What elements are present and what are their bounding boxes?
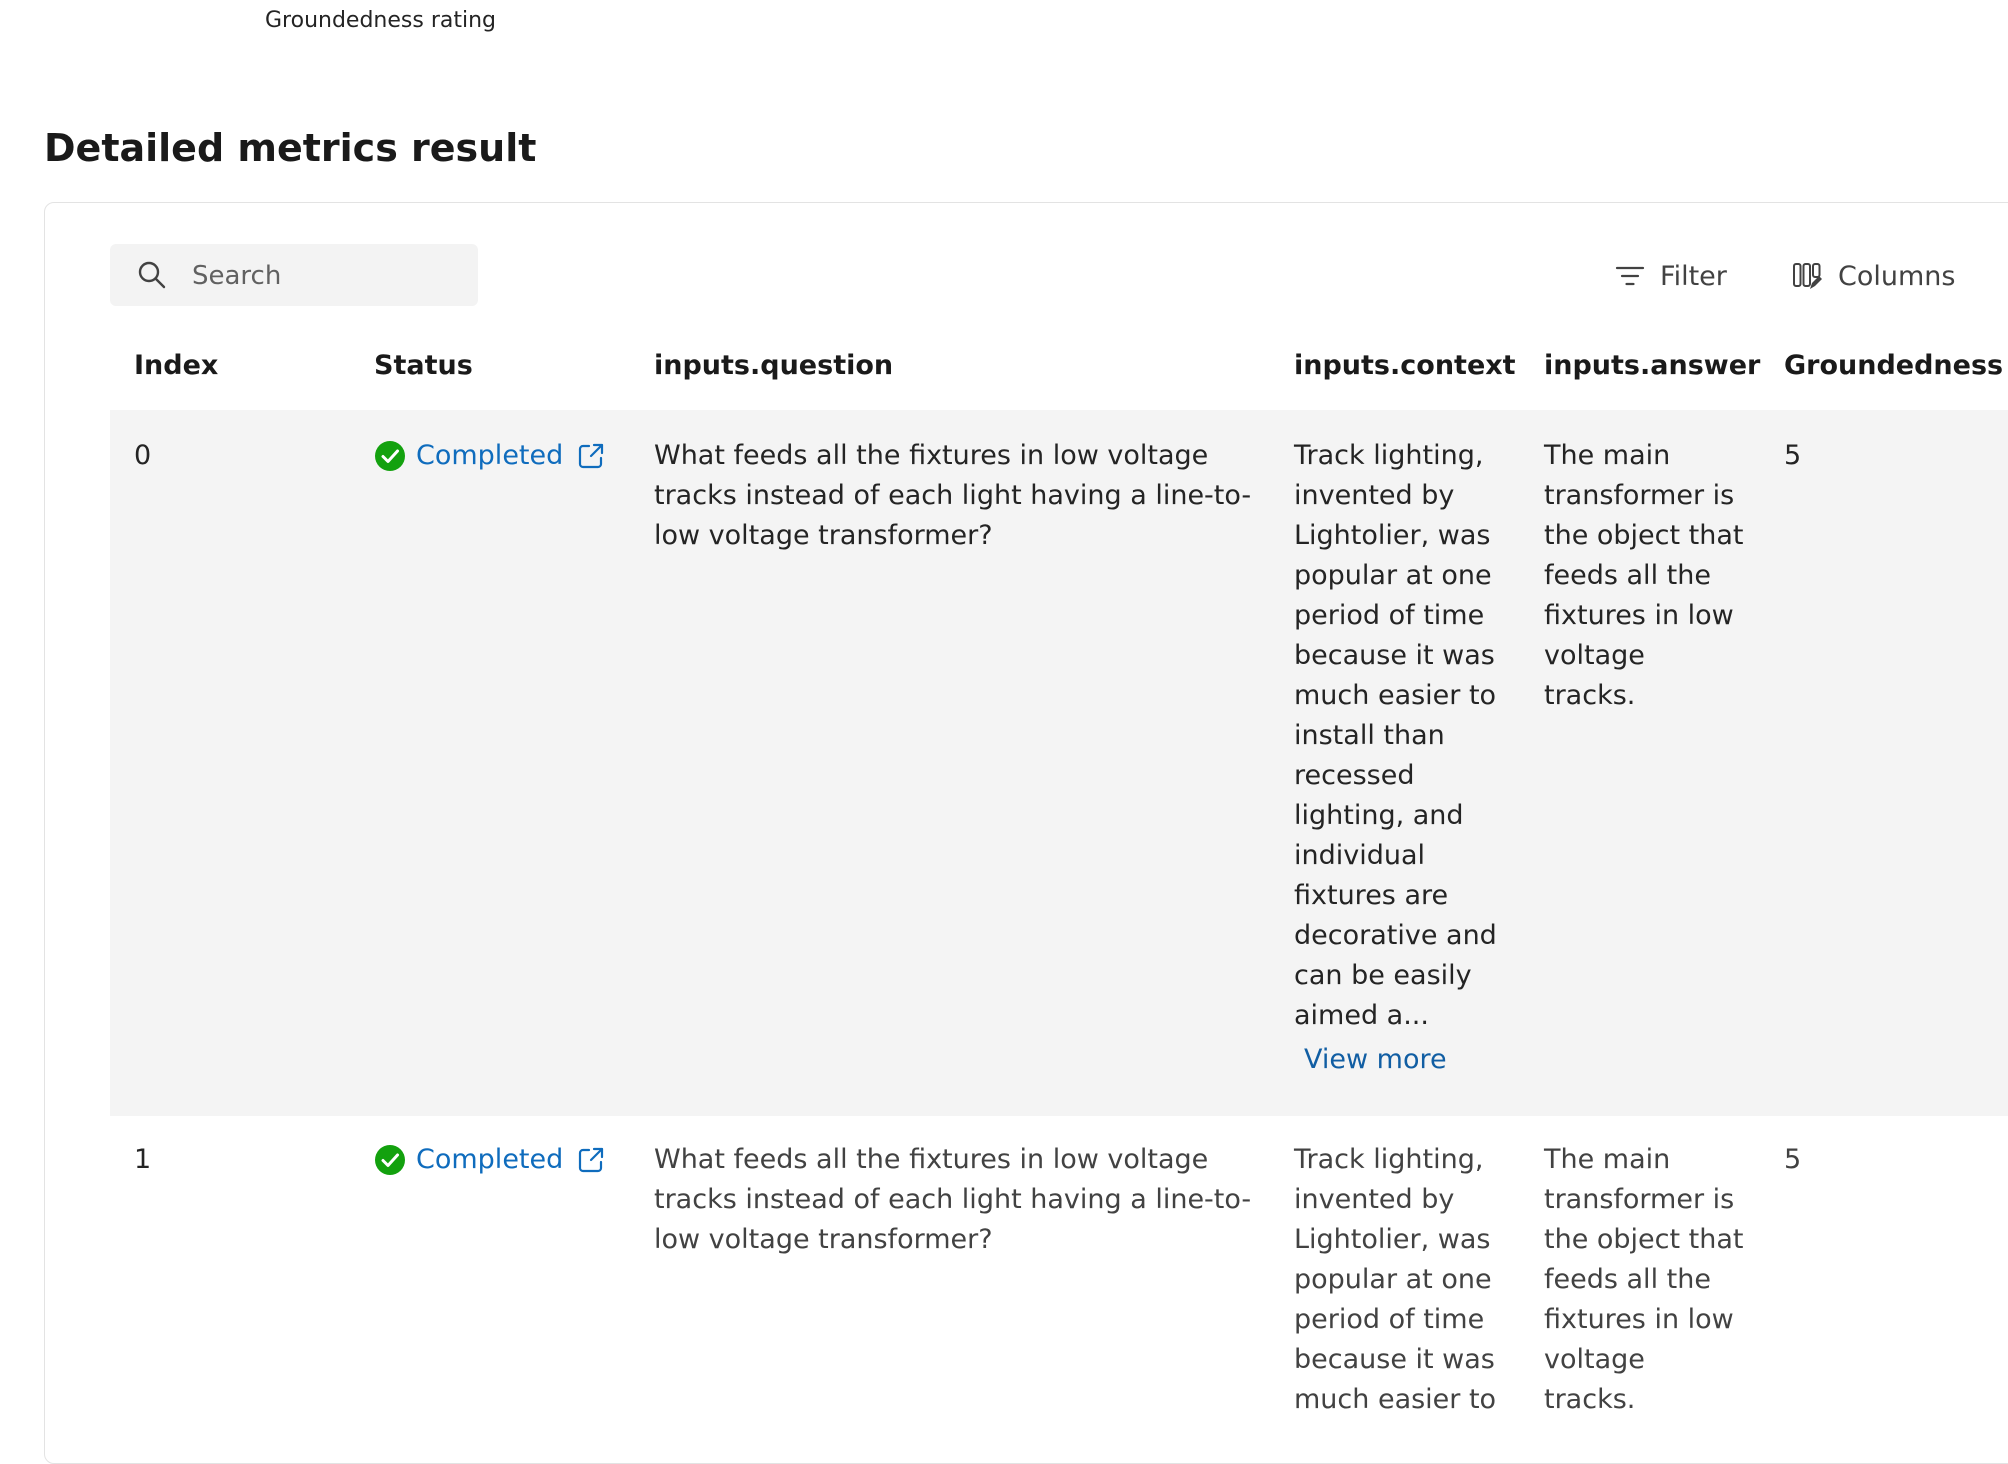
header-question[interactable]: inputs.question (654, 350, 893, 381)
search-icon (138, 261, 166, 289)
external-link-icon[interactable] (577, 1146, 605, 1174)
header-index[interactable]: Index (134, 350, 218, 381)
header-answer[interactable]: inputs.answer (1544, 350, 1760, 381)
filter-label: Filter (1660, 260, 1727, 292)
row-question: What feeds all the fixtures in low volta… (654, 440, 1252, 551)
row-groundedness: 5 (1784, 440, 1802, 471)
row-question: What feeds all the fixtures in low volta… (654, 1144, 1252, 1255)
filter-icon (1615, 266, 1645, 286)
filter-button[interactable]: Filter (1614, 252, 1727, 300)
view-more-link[interactable]: View more (1304, 1044, 1447, 1075)
status-link[interactable]: Completed (416, 436, 563, 476)
row-status: Completed (374, 1140, 605, 1180)
columns-icon (1793, 263, 1822, 289)
check-icon (375, 441, 405, 471)
columns-button[interactable]: Columns (1792, 252, 1955, 300)
row-answer: The main transformer is the object that … (1544, 440, 1744, 711)
status-link[interactable]: Completed (416, 1140, 563, 1180)
top-caption: Groundedness rating (265, 8, 496, 33)
header-status[interactable]: Status (374, 350, 473, 381)
row-context: Track lighting, invented by Lightolier, … (1294, 1144, 1497, 1415)
section-title: Detailed metrics result (44, 126, 537, 170)
row-status: Completed (374, 436, 605, 476)
row-index: 1 (134, 1144, 152, 1175)
search-input[interactable] (190, 255, 464, 297)
row-context: Track lighting, invented by Lightolier, … (1294, 440, 1497, 1031)
row-index: 0 (134, 440, 152, 471)
search-box[interactable] (110, 244, 478, 306)
row-answer: The main transformer is the object that … (1544, 1144, 1744, 1415)
external-link-icon[interactable] (577, 442, 605, 470)
columns-label: Columns (1838, 260, 1956, 292)
check-icon (375, 1145, 405, 1175)
header-groundedness[interactable]: Groundedness (1784, 350, 2003, 381)
row-groundedness: 5 (1784, 1144, 1802, 1175)
header-context[interactable]: inputs.context (1294, 350, 1516, 381)
